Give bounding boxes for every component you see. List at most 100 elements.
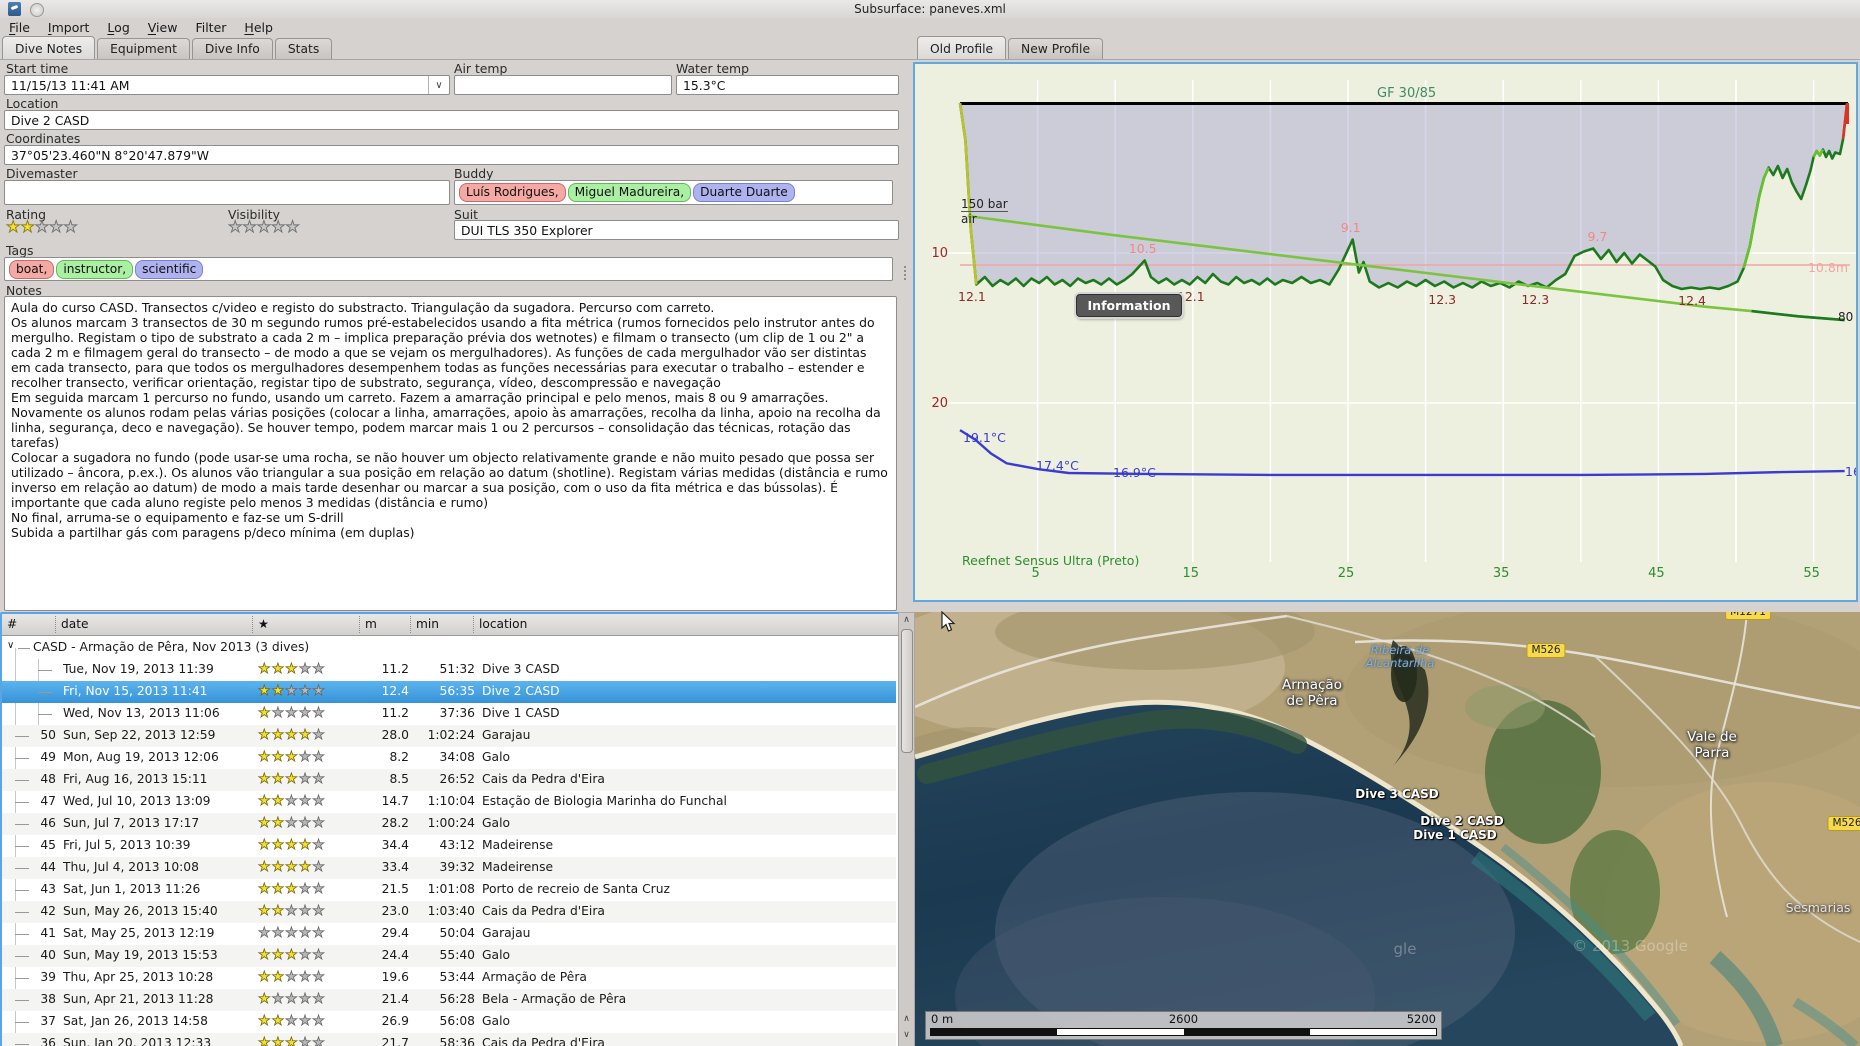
dive-row[interactable]: 38 Sun, Apr 21, 2013 11:28 ★★★★★ 21.4 56:28 B…: [2, 989, 896, 1011]
air-temp-field[interactable]: [454, 75, 672, 95]
information-tooltip[interactable]: Information: [1076, 294, 1182, 317]
notes-field[interactable]: Aula do curso CASD. Transectos c/video e…: [4, 296, 897, 611]
dive-row[interactable]: 48 Fri, Aug 16, 2013 15:11 ★★★★★ 8.5 26:52 Ca…: [2, 769, 896, 791]
dive-row[interactable]: 36 Sun, Jan 20, 2013 12:33 ★★★★★ 21.7 58:36 C…: [2, 1033, 896, 1046]
dive-row[interactable]: Tue, Nov 19, 2013 11:39 ★★★★★ 11.2 51:32 Div…: [2, 659, 896, 681]
menu-file[interactable]: File: [0, 18, 39, 35]
star-icon[interactable]: ★: [242, 217, 257, 236]
dive-row[interactable]: 45 Fri, Jul 5, 2013 10:39 ★★★★★ 34.4 43:12 Ma…: [2, 835, 896, 857]
buddy-pill[interactable]: Luís Rodrigues,: [459, 183, 566, 202]
tab-old-profile[interactable]: Old Profile: [917, 36, 1007, 59]
dive-rating: ★★★★★: [258, 727, 326, 744]
trip-group-row[interactable]: ∨ CASD - Armação de Pêra, Nov 2013 (3 div…: [2, 637, 896, 659]
dive-row[interactable]: 44 Thu, Jul 4, 2013 10:08 ★★★★★ 33.4 39:32 Ma…: [2, 857, 896, 879]
dive-site-marker-label[interactable]: Dive 2 CASD: [1420, 814, 1503, 829]
tag-pill[interactable]: boat,: [9, 259, 55, 279]
star-icon: ★: [285, 793, 299, 810]
star-icon: ★: [285, 771, 299, 788]
tree-line: [38, 692, 52, 693]
title-bar[interactable]: Subsurface: paneves.xml: [0, 0, 1860, 18]
dive-depth: 19.6: [381, 970, 409, 984]
location-field[interactable]: Dive 2 CASD: [4, 110, 899, 130]
dive-row[interactable]: 49 Mon, Aug 19, 2013 12:06 ★★★★★ 8.2 34:08 Ga…: [2, 747, 896, 769]
vertical-splitter-handle[interactable]: [904, 266, 909, 280]
star-icon: ★: [258, 837, 272, 854]
column-header-location[interactable]: location: [479, 617, 527, 631]
buddy-field[interactable]: Luís Rodrigues, Miguel Madureira, Duarte D…: [454, 180, 893, 205]
chevron-down-icon[interactable]: ∨: [428, 76, 449, 94]
menu-log[interactable]: Log: [98, 18, 138, 35]
column-header-m[interactable]: m: [365, 617, 377, 631]
water-temp-field[interactable]: 15.3°C: [676, 75, 899, 95]
rating-stars[interactable]: ★★★★★: [6, 217, 79, 236]
star-icon[interactable]: ★: [228, 217, 243, 236]
dive-row[interactable]: 37 Sat, Jan 26, 2013 14:58 ★★★★★ 26.9 56:08 G…: [2, 1011, 896, 1033]
start-time-combo[interactable]: 11/15/13 11:41 AM ∨: [4, 75, 450, 95]
dive-row[interactable]: Fri, Nov 15, 2013 11:41 ★★★★★ 12.4 56:35 Div…: [2, 681, 896, 703]
scroll-down-icon[interactable]: ∨: [899, 1030, 914, 1040]
dive-row[interactable]: 50 Sun, Sep 22, 2013 12:59 ★★★★★ 28.0 1:02:2…: [2, 725, 896, 747]
star-icon[interactable]: ★: [271, 217, 286, 236]
dive-row[interactable]: Wed, Nov 13, 2013 11:06 ★★★★★ 11.2 37:36 Div…: [2, 703, 896, 725]
column-header-date[interactable]: date: [61, 617, 88, 631]
dive-row[interactable]: 43 Sat, Jun 1, 2013 11:26 ★★★★★ 21.5 1:01:08…: [2, 879, 896, 901]
star-icon: ★: [312, 969, 326, 986]
tag-pill[interactable]: scientific: [135, 259, 204, 279]
tab-equipment[interactable]: Equipment: [97, 38, 190, 59]
dive-list[interactable]: # date ★ m min location ∨ CASD - Armação de Pê…: [0, 612, 902, 1046]
star-icon: ★: [285, 749, 299, 766]
scrollbar-thumb[interactable]: [901, 629, 913, 753]
menu-view[interactable]: View: [139, 18, 187, 35]
column-header-num[interactable]: #: [7, 617, 17, 631]
tab-new-profile[interactable]: New Profile: [1008, 38, 1104, 59]
star-icon: ★: [312, 727, 326, 744]
dive-site-marker-label[interactable]: Dive 3 CASD: [1355, 787, 1438, 802]
tag-pill[interactable]: instructor,: [56, 259, 134, 279]
dive-row[interactable]: 42 Sun, May 26, 2013 15:40 ★★★★★ 23.0 1:03:4…: [2, 901, 896, 923]
tab-dive-notes[interactable]: Dive Notes: [2, 36, 96, 59]
suit-field[interactable]: DUI TLS 350 Explorer: [454, 220, 899, 240]
dive-list-scrollbar[interactable]: ∧ ∧ ∨: [898, 612, 915, 1046]
dive-profile-chart[interactable]: GF 30/85 10 20 150 bar air 80 10.8m 19.1…: [913, 62, 1858, 602]
dive-row[interactable]: 39 Thu, Apr 25, 2013 10:28 ★★★★★ 19.6 53:44 A…: [2, 967, 896, 989]
column-header-stars[interactable]: ★: [258, 617, 269, 631]
trip-label: CASD - Armação de Pêra, Nov 2013 (3 dive…: [33, 640, 310, 654]
tab-dive-info[interactable]: Dive Info: [191, 38, 273, 59]
buddy-pill[interactable]: Duarte Duarte: [693, 183, 795, 202]
star-icon[interactable]: ★: [285, 217, 300, 236]
scroll-up-icon[interactable]: ∧: [899, 615, 914, 625]
menu-import[interactable]: Import: [39, 18, 99, 35]
star-icon[interactable]: ★: [256, 217, 271, 236]
star-icon[interactable]: ★: [6, 217, 21, 236]
visibility-stars[interactable]: ★★★★★: [228, 217, 301, 236]
dive-row[interactable]: 46 Sun, Jul 7, 2013 17:17 ★★★★★ 28.2 1:00:24…: [2, 813, 896, 835]
expander-icon[interactable]: ∨: [7, 640, 14, 651]
dive-date: Sun, Apr 21, 2013 11:28: [63, 992, 214, 1006]
dive-date: Wed, Nov 13, 2013 11:06: [63, 706, 220, 720]
star-icon[interactable]: ★: [20, 217, 35, 236]
tab-stats[interactable]: Stats: [274, 38, 333, 59]
dive-row[interactable]: 47 Wed, Jul 10, 2013 13:09 ★★★★★ 14.7 1:10:0…: [2, 791, 896, 813]
dive-site-map[interactable]: Armação de Pêra Ribeira de Alcantarilha Va…: [915, 612, 1860, 1046]
dive-list-header[interactable]: # date ★ m min location: [2, 614, 900, 636]
buddy-pill[interactable]: Miguel Madureira,: [567, 183, 692, 202]
star-icon: ★: [271, 947, 286, 964]
star-icon: ★: [285, 903, 299, 920]
star-icon[interactable]: ★: [49, 217, 64, 236]
column-header-min[interactable]: min: [416, 617, 439, 631]
star-icon[interactable]: ★: [34, 217, 49, 236]
tray-icon[interactable]: [30, 3, 44, 17]
menu-help[interactable]: Help: [235, 18, 282, 35]
menu-filter[interactable]: Filter: [186, 18, 235, 35]
coordinates-field[interactable]: 37°05'23.460"N 8°20'47.879"W: [4, 145, 899, 165]
scroll-up2-icon[interactable]: ∧: [899, 1014, 914, 1024]
dive-site-marker-label[interactable]: Dive 1 CASD: [1413, 828, 1496, 843]
dive-depth: 21.4: [381, 992, 409, 1006]
star-icon: ★: [258, 1013, 272, 1030]
star-icon[interactable]: ★: [63, 217, 78, 236]
divemaster-field[interactable]: [4, 180, 450, 205]
dive-rating: ★★★★★: [258, 947, 326, 964]
dive-row[interactable]: 41 Sat, May 25, 2013 12:19 ★★★★★ 29.4 50:04 G…: [2, 923, 896, 945]
dive-row[interactable]: 40 Sun, May 19, 2013 15:53 ★★★★★ 24.4 55:40 G…: [2, 945, 896, 967]
tags-field[interactable]: boat, instructor, scientific: [4, 257, 893, 281]
